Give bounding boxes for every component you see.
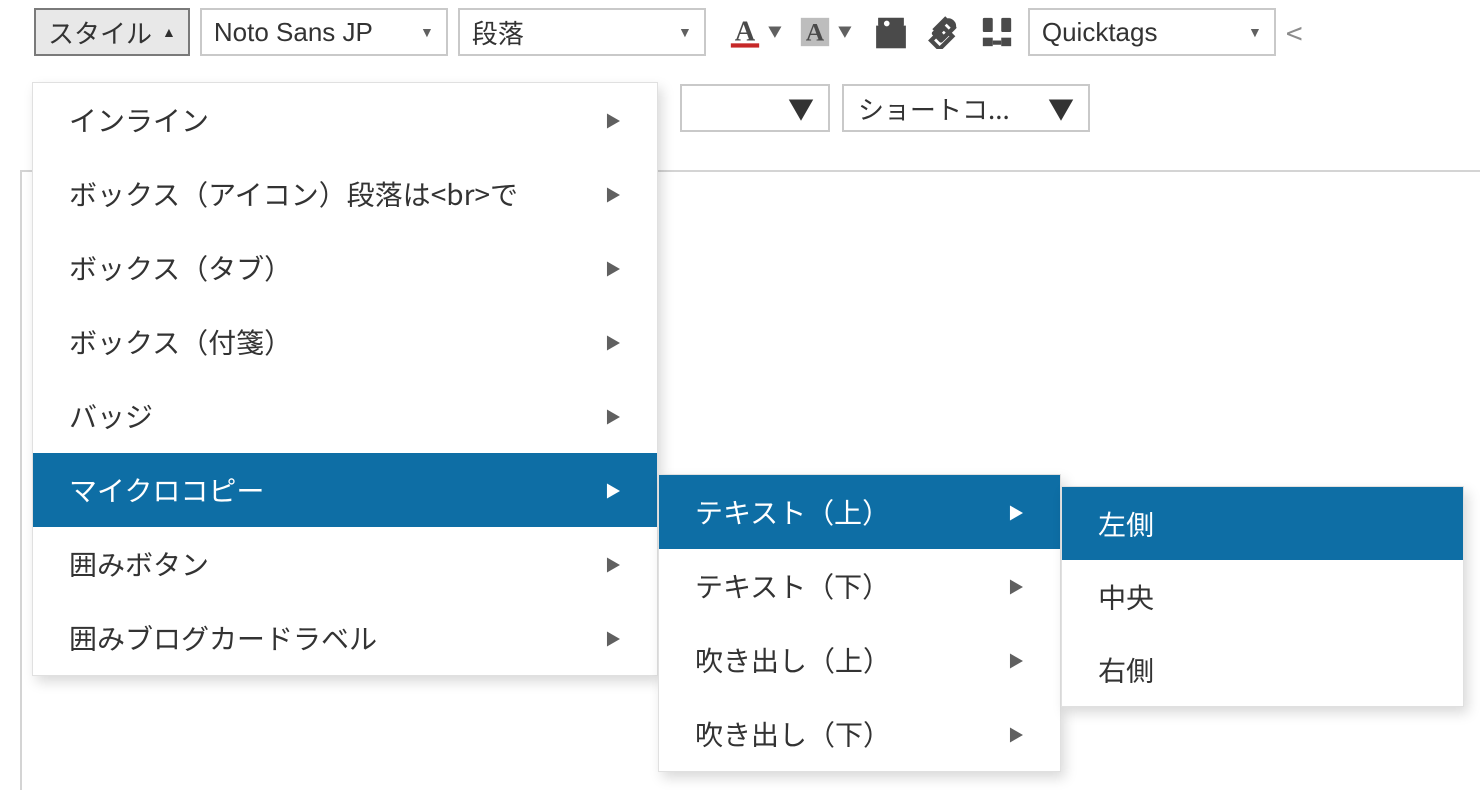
caret-down-icon: ▼ bbox=[420, 24, 434, 40]
find-replace-button[interactable] bbox=[972, 8, 1022, 56]
menu-item-label: マイクロコピー bbox=[69, 470, 264, 510]
block-format-label: 段落 bbox=[472, 14, 524, 51]
caret-down-icon: ▼ bbox=[1248, 24, 1262, 40]
caret-down-icon: ▼ bbox=[1048, 90, 1074, 127]
less-than-icon[interactable]: < bbox=[1276, 10, 1303, 54]
menu-item-microcopy[interactable]: マイクロコピー ▶ bbox=[33, 453, 657, 527]
quicktags-label: Quicktags bbox=[1042, 17, 1158, 48]
caret-up-icon: ▲ bbox=[162, 24, 176, 40]
submenu-item-text-bottom[interactable]: テキスト（下） ▶ bbox=[659, 549, 1060, 623]
caret-down-icon: ▼ bbox=[768, 22, 782, 42]
menu-item-label: 左側 bbox=[1098, 504, 1154, 544]
submenu-item-bubble-top[interactable]: 吹き出し（上） ▶ bbox=[659, 623, 1060, 697]
menu-item-label: ボックス（アイコン）段落は<br>で bbox=[69, 174, 518, 214]
submenu-arrow-icon: ▶ bbox=[605, 256, 621, 280]
microcopy-submenu: テキスト（上） ▶ テキスト（下） ▶ 吹き出し（上） ▶ 吹き出し（下） ▶ bbox=[658, 474, 1061, 772]
submenu-arrow-icon: ▶ bbox=[605, 330, 621, 354]
submenu-arrow-icon: ▶ bbox=[605, 108, 621, 132]
menu-item-label: ボックス（タブ） bbox=[69, 248, 292, 288]
style-menu: インライン ▶ ボックス（アイコン）段落は<br>で ▶ ボックス（タブ） ▶ … bbox=[32, 82, 658, 676]
menu-item-label: 囲みブログカードラベル bbox=[69, 618, 377, 658]
submenu-arrow-icon: ▶ bbox=[605, 478, 621, 502]
menu-item-label: 右側 bbox=[1098, 650, 1154, 690]
font-family-label: Noto Sans JP bbox=[214, 17, 373, 48]
template-button[interactable] bbox=[866, 8, 916, 56]
caret-down-icon: ▼ bbox=[838, 22, 852, 42]
subsub-item-right[interactable]: 右側 bbox=[1062, 633, 1463, 706]
shortcode-dropdown[interactable]: ショートコ... ▼ bbox=[842, 84, 1090, 132]
menu-item-label: バッジ bbox=[69, 396, 153, 436]
menu-item-label: 中央 bbox=[1098, 577, 1154, 617]
menu-item-inline[interactable]: インライン ▶ bbox=[33, 83, 657, 157]
menu-item-enclose-button[interactable]: 囲みボタン ▶ bbox=[33, 527, 657, 601]
toolbar-row-1: スタイル ▲ Noto Sans JP ▼ 段落 ▼ A ▼ A ▼ bbox=[20, 0, 1484, 56]
menu-item-enclose-blogcard-label[interactable]: 囲みブログカードラベル ▶ bbox=[33, 601, 657, 675]
style-dropdown[interactable]: スタイル ▲ bbox=[34, 8, 190, 56]
eraser-icon bbox=[924, 15, 958, 49]
shortcode-label: ショートコ... bbox=[858, 90, 1010, 127]
menu-item-label: テキスト（下） bbox=[695, 566, 890, 606]
find-replace-icon bbox=[980, 15, 1014, 49]
submenu-arrow-icon: ▶ bbox=[605, 552, 621, 576]
bg-color-icon: A bbox=[798, 15, 832, 49]
submenu-arrow-icon: ▶ bbox=[1008, 500, 1024, 524]
subsub-item-center[interactable]: 中央 bbox=[1062, 560, 1463, 633]
submenu-arrow-icon: ▶ bbox=[1008, 648, 1024, 672]
menu-item-label: 囲みボタン bbox=[69, 544, 209, 584]
caret-down-icon: ▼ bbox=[678, 24, 692, 40]
menu-item-badge[interactable]: バッジ ▶ bbox=[33, 379, 657, 453]
submenu-item-text-top[interactable]: テキスト（上） ▶ bbox=[659, 475, 1060, 549]
menu-item-label: 吹き出し（下） bbox=[695, 714, 891, 754]
subsub-item-left[interactable]: 左側 bbox=[1062, 487, 1463, 560]
font-family-dropdown[interactable]: Noto Sans JP ▼ bbox=[200, 8, 448, 56]
submenu-item-bubble-bottom[interactable]: 吹き出し（下） ▶ bbox=[659, 697, 1060, 771]
menu-item-label: テキスト（上） bbox=[695, 492, 890, 532]
menu-item-box-sticky[interactable]: ボックス（付箋） ▶ bbox=[33, 305, 657, 379]
menu-item-box-tab[interactable]: ボックス（タブ） ▶ bbox=[33, 231, 657, 305]
submenu-arrow-icon: ▶ bbox=[605, 182, 621, 206]
text-color-icon: A bbox=[728, 15, 762, 49]
text-top-submenu: 左側 中央 右側 bbox=[1061, 486, 1464, 707]
submenu-arrow-icon: ▶ bbox=[1008, 574, 1024, 598]
menu-item-label: インライン bbox=[69, 100, 209, 140]
eraser-button[interactable] bbox=[916, 8, 966, 56]
unknown-dropdown[interactable]: ▼ bbox=[680, 84, 830, 132]
menu-item-label: ボックス（付箋） bbox=[69, 322, 292, 362]
block-format-dropdown[interactable]: 段落 ▼ bbox=[458, 8, 706, 56]
submenu-arrow-icon: ▶ bbox=[605, 626, 621, 650]
template-icon bbox=[874, 15, 908, 49]
svg-text:A: A bbox=[806, 18, 825, 47]
menu-item-label: 吹き出し（上） bbox=[695, 640, 891, 680]
submenu-arrow-icon: ▶ bbox=[1008, 722, 1024, 746]
menu-item-box-icon[interactable]: ボックス（アイコン）段落は<br>で ▶ bbox=[33, 157, 657, 231]
bg-color-button[interactable]: A ▼ bbox=[790, 8, 860, 56]
caret-down-icon: ▼ bbox=[788, 90, 814, 127]
svg-text:A: A bbox=[735, 17, 756, 48]
text-color-button[interactable]: A ▼ bbox=[720, 8, 790, 56]
style-dropdown-label: スタイル bbox=[48, 14, 152, 51]
quicktags-dropdown[interactable]: Quicktags ▼ bbox=[1028, 8, 1276, 56]
submenu-arrow-icon: ▶ bbox=[605, 404, 621, 428]
